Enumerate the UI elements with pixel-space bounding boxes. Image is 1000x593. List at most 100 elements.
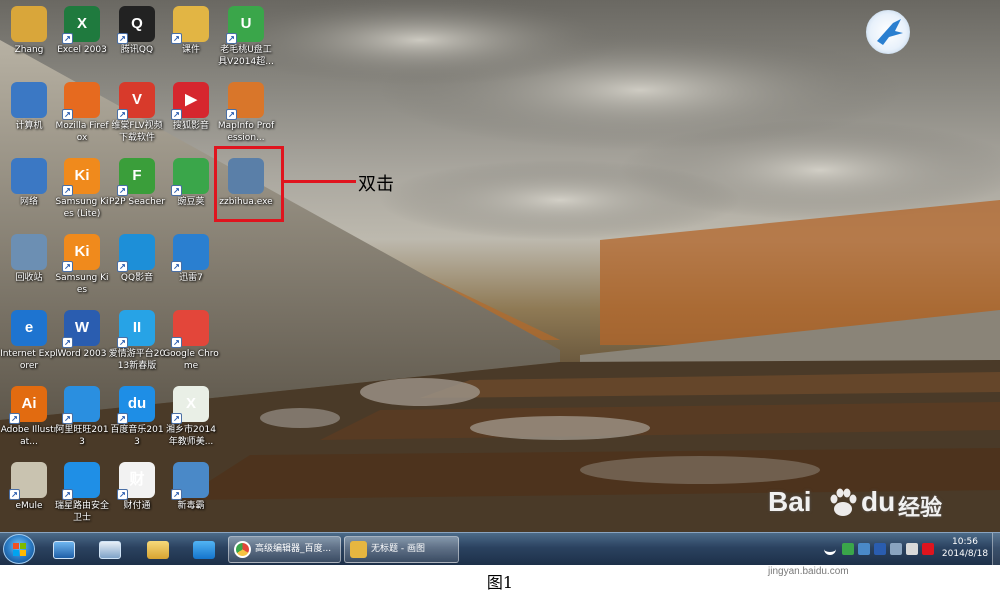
desktop-icon[interactable]: 网络 (0, 156, 58, 230)
desktop-icon[interactable]: Zhang (0, 4, 58, 78)
chrome-icon (234, 541, 251, 558)
shortcut-arrow-icon: ↗ (9, 489, 20, 500)
excel-file-icon: X ↗ (171, 386, 209, 424)
network-icon (11, 158, 47, 194)
desktop-icon[interactable]: F ↗ P2P Seacher (108, 156, 166, 230)
xunlei-floating-icon[interactable] (866, 10, 910, 54)
pinned-router-button[interactable] (186, 536, 222, 563)
tray-duba-icon[interactable] (858, 543, 870, 555)
shortcut-arrow-icon: ↗ (117, 261, 128, 272)
desktop-icon-label: 老毛桃U盘工具V2014超... (218, 45, 274, 67)
desktop-icon-label: Samsung Kies (55, 273, 109, 295)
tray-alert-icon[interactable] (922, 543, 934, 555)
computer-icon (11, 82, 47, 118)
wifi-router-icon (193, 540, 215, 559)
shortcut-arrow-icon: ↗ (226, 33, 237, 44)
desktop-icon[interactable]: du ↗ 百度音乐2013 (108, 384, 166, 458)
shortcut-arrow-icon: ↗ (117, 33, 128, 44)
shortcut-arrow-icon: ↗ (171, 413, 182, 424)
shortcut-arrow-icon: ↗ (117, 337, 128, 348)
shortcut-arrow-icon: ↗ (62, 109, 73, 120)
desktop-icon[interactable]: ↗ Mozilla Firefox (53, 80, 111, 154)
task-chrome-editor[interactable]: 高级编辑器_百度... (228, 536, 341, 563)
desktop-icon[interactable]: ▶ ↗ 搜狐影音 (162, 80, 220, 154)
pinned-window-button[interactable] (92, 536, 128, 563)
desktop-icon-label: P2P Seacher (108, 197, 166, 207)
desktop-icon[interactable]: 计算机 (0, 80, 58, 154)
chrome-icon: ↗ (171, 310, 209, 348)
pinned-explorer-button[interactable] (140, 536, 176, 563)
baidu-paw-icon (830, 488, 857, 516)
desktop-icon[interactable]: 回收站 (0, 232, 58, 306)
monitor-icon (53, 540, 75, 559)
tray-battery-icon[interactable] (890, 543, 902, 555)
recycle-bin-icon (11, 234, 47, 270)
desktop-icon-label: Mozilla Firefox (55, 121, 109, 143)
shortcut-arrow-icon: ↗ (226, 109, 237, 120)
desktop-icon-label: eMule (15, 501, 43, 511)
desktop-icon[interactable]: II ↗ 爱情游平台2013新春版 (108, 308, 166, 382)
desktop-icon[interactable]: ↗ 迅雷7 (162, 232, 220, 306)
desktop-icon[interactable]: ↗ 阿里旺旺2013 (53, 384, 111, 458)
clock-date: 2014/8/18 (941, 549, 989, 559)
desktop-icon-label: 回收站 (15, 273, 43, 283)
start-button[interactable] (3, 534, 35, 564)
desktop-icon[interactable]: X ↗ 湘乡市2014年教师美... (162, 384, 220, 458)
samsung-kies-icon: Ki ↗ (62, 234, 100, 272)
desktop-icon[interactable]: 财 ↗ 财付通 (108, 460, 166, 532)
usb-tool-icon: U ↗ (226, 6, 264, 44)
desktop-icon[interactable]: ↗ eMule (0, 460, 58, 532)
desktop-icon[interactable]: ↗ 新毒霸 (162, 460, 220, 532)
desktop-icon[interactable]: Ki ↗ Samsung Kies (Lite) (53, 156, 111, 230)
shortcut-arrow-icon: ↗ (62, 413, 73, 424)
pinned-computer-button[interactable] (46, 536, 82, 563)
desktop[interactable]: Zhang X ↗ Excel 2003 Q ↗ 腾讯QQ ↗ 课件 U ↗ 老毛桃U盘工具V2014… (0, 0, 1000, 532)
taskbar: 高级编辑器_百度... 无标题 - 画图 10:56 2014/8/18 (0, 532, 1000, 566)
desktop-icon[interactable]: Q ↗ 腾讯QQ (108, 4, 166, 78)
desktop-icon[interactable]: ↗ 瑞星路由安全卫士 (53, 460, 111, 532)
baidu-music-icon: du ↗ (117, 386, 155, 424)
desktop-icon-label: 瑞星路由安全卫士 (54, 501, 109, 523)
wifi-signal-icon[interactable] (824, 543, 836, 555)
illustrator-icon: Ai ↗ (9, 386, 47, 424)
watermark-brand-jingyan: 经验 (898, 496, 943, 521)
desktop-icon[interactable]: ↗ 豌豆荚 (162, 156, 220, 230)
shortcut-arrow-icon: ↗ (171, 337, 182, 348)
desktop-icon[interactable]: U ↗ 老毛桃U盘工具V2014超... (217, 4, 275, 78)
volume-icon[interactable] (906, 543, 918, 555)
desktop-icon-label: Word 2003 (57, 349, 107, 359)
desktop-icon-label: 爱情游平台2013新春版 (108, 349, 166, 371)
desktop-icon-label: 网络 (19, 197, 38, 207)
desktop-icon-label: 维棠FLV视频下载软件 (111, 121, 163, 143)
desktop-icon[interactable]: V ↗ 维棠FLV视频下载软件 (108, 80, 166, 154)
desktop-icon[interactable]: ↗ MapInfo Profession... (217, 80, 275, 154)
shortcut-arrow-icon: ↗ (62, 185, 73, 196)
desktop-icon[interactable]: e Internet Explorer (0, 308, 58, 382)
desktop-icon[interactable]: Ki ↗ Samsung Kies (53, 232, 111, 306)
desktop-icon[interactable]: W ↗ Word 2003 (53, 308, 111, 382)
tray-network-icon[interactable] (874, 543, 886, 555)
clock[interactable]: 10:56 2014/8/18 (940, 536, 990, 560)
sohu-video-icon: ▶ ↗ (171, 82, 209, 120)
flv-download-icon: V ↗ (117, 82, 155, 120)
desktop-icon[interactable]: Ai ↗ Adobe Illustrat... (0, 384, 58, 458)
folder-icon: ↗ (171, 6, 209, 44)
task-paint[interactable]: 无标题 - 画图 (344, 536, 459, 563)
desktop-icon[interactable]: ↗ Google Chrome (162, 308, 220, 382)
windows-logo-icon (13, 543, 26, 556)
window-switch-icon (99, 540, 121, 559)
duba-antivirus-icon: ↗ (171, 462, 209, 500)
shortcut-arrow-icon: ↗ (62, 261, 73, 272)
desktop-icon[interactable]: X ↗ Excel 2003 (53, 4, 111, 78)
word-icon: W ↗ (62, 310, 100, 348)
task-label: 无标题 - 画图 (371, 544, 425, 554)
firefox-icon: ↗ (62, 82, 100, 120)
tray-app-icon[interactable] (842, 543, 854, 555)
shortcut-arrow-icon: ↗ (171, 489, 182, 500)
show-desktop-button[interactable] (992, 533, 1000, 566)
desktop-icon[interactable]: ↗ 课件 (162, 4, 220, 78)
shortcut-arrow-icon: ↗ (171, 185, 182, 196)
desktop-icon[interactable]: ↗ QQ影音 (108, 232, 166, 306)
shortcut-arrow-icon: ↗ (171, 33, 182, 44)
desktop-icon-label: 课件 (181, 45, 200, 55)
